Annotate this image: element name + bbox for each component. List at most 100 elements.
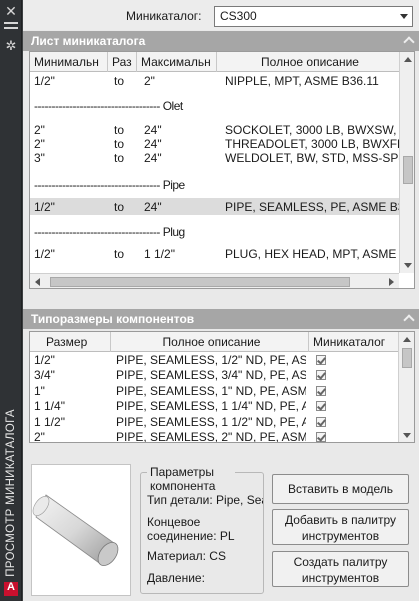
add-to-tool-palette-button[interactable]: Добавить в палитру инструментов: [272, 509, 409, 545]
col-size[interactable]: Размер: [30, 332, 111, 352]
cell-description: PIPE, SEAMLESS, 1/2" ND, PE, ASME: [116, 353, 306, 367]
cell-min: 1/2": [34, 247, 55, 261]
scroll-left-icon[interactable]: [35, 278, 40, 286]
table-row[interactable]: 1/2" to 2" NIPPLE, MPT, ASME B36.11: [30, 74, 399, 88]
col-min[interactable]: Минимальн: [30, 52, 108, 72]
cell-description: THREADOLET, 3000 LB, BWXFPT, A: [225, 137, 399, 151]
collapse-icon[interactable]: [403, 36, 415, 48]
table-row[interactable]: 2" PIPE, SEAMLESS, 2" ND, PE, ASME B: [30, 430, 398, 443]
col-range[interactable]: Раз: [108, 52, 137, 72]
cell-size: 3/4": [34, 368, 55, 382]
cell-range: to: [114, 200, 125, 214]
table-row[interactable]: 1 1/2" PIPE, SEAMLESS, 1 1/2" ND, PE, AS…: [30, 415, 398, 429]
cell-max: 1 1/2": [144, 247, 175, 261]
scroll-up-icon[interactable]: [403, 337, 411, 342]
catalog-select-value: CS300: [220, 9, 257, 23]
palette-side-bar: ✕ ✲ ПРОСМОТР МИНИКАТАЛОГА: [0, 0, 22, 601]
cell-description: PLUG, HEX HEAD, MPT, ASME B16: [225, 247, 399, 261]
close-icon[interactable]: ✕: [3, 3, 19, 19]
table-row[interactable]: 1" PIPE, SEAMLESS, 1" ND, PE, ASME B: [30, 384, 398, 398]
menu-icon[interactable]: [4, 22, 18, 34]
cell-size: 1/2": [34, 353, 55, 367]
param-part-type: Тип детали: Pipe, Sea: [147, 493, 263, 507]
col-max[interactable]: Максимальн: [137, 52, 217, 72]
col-description[interactable]: Полное описание: [217, 52, 399, 72]
list-vertical-scrollbar[interactable]: [399, 52, 414, 273]
col-description[interactable]: Полное описание: [111, 332, 309, 352]
cell-size: 1 1/2": [34, 415, 65, 429]
cell-description: PIPE, SEAMLESS, 1" ND, PE, ASME B: [116, 384, 306, 398]
catalog-selector-row: Миникаталог: CS300: [23, 0, 419, 30]
scroll-thumb[interactable]: [402, 348, 412, 368]
minicatalog-checkbox[interactable]: [316, 432, 326, 442]
scroll-up-icon[interactable]: [404, 57, 412, 62]
minicatalog-checkbox[interactable]: [316, 370, 326, 380]
table-row[interactable]: 3/4" PIPE, SEAMLESS, 3/4" ND, PE, ASME: [30, 368, 398, 382]
catalog-list-title: Лист миникаталога: [31, 34, 146, 48]
cell-range: to: [114, 137, 125, 151]
group-separator: ------------------------------------ Ole…: [34, 99, 183, 113]
cell-description: SOCKOLET, 3000 LB, BWXSW, ASME: [225, 123, 399, 137]
catalog-list-grid: Минимальн Раз Максимальн Полное описание…: [29, 51, 415, 289]
pipe-preview-image: [32, 494, 119, 566]
minicatalog-checkbox[interactable]: [316, 355, 326, 365]
cell-max: 2": [144, 74, 155, 88]
collapse-icon[interactable]: [403, 314, 415, 326]
params-title: Параметры компонента: [147, 465, 235, 493]
scroll-right-icon[interactable]: [389, 278, 394, 286]
cell-size: 2": [34, 430, 45, 443]
cell-min: 2": [34, 137, 45, 151]
cell-range: to: [114, 74, 125, 88]
table-row-selected[interactable]: 1/2" to 24" PIPE, SEAMLESS, PE, ASME B36…: [30, 198, 399, 215]
autocad-logo-icon: [4, 581, 18, 596]
catalog-label: Миникаталог:: [126, 9, 202, 23]
scroll-thumb[interactable]: [403, 156, 413, 184]
param-material: Материал: CS: [147, 549, 226, 563]
cell-max: 24": [144, 123, 162, 137]
create-tool-palette-button[interactable]: Создать палитру инструментов: [272, 551, 409, 587]
cell-description: NIPPLE, MPT, ASME B36.11: [225, 74, 379, 88]
table-row[interactable]: 2" to 24" SOCKOLET, 3000 LB, BWXSW, ASME: [30, 123, 399, 137]
cell-max: 24": [144, 151, 162, 165]
gear-icon[interactable]: ✲: [3, 38, 19, 54]
cell-description: PIPE, SEAMLESS, 1 1/2" ND, PE, ASM: [116, 415, 306, 429]
component-sizes-header[interactable]: Типоразмеры компонентов: [23, 309, 419, 329]
table-row[interactable]: 1/2" PIPE, SEAMLESS, 1/2" ND, PE, ASME: [30, 353, 398, 367]
palette-title: ПРОСМОТР МИНИКАТАЛОГА: [5, 409, 17, 577]
group-separator: ------------------------------------ Plu…: [34, 225, 185, 239]
cell-description: PIPE, SEAMLESS, PE, ASME B36.10: [225, 200, 399, 214]
component-sizes-grid: Размер Полное описание Миникаталог 1/2" …: [29, 331, 415, 443]
cell-range: to: [114, 123, 125, 137]
minicatalog-browser: Миникаталог: CS300 Лист миникаталога Мин…: [23, 0, 419, 601]
col-minicatalog[interactable]: Миникаталог: [309, 332, 398, 352]
catalog-select[interactable]: CS300: [214, 6, 413, 27]
minicatalog-checkbox[interactable]: [316, 417, 326, 427]
cell-max: 24": [144, 137, 162, 151]
table-row[interactable]: 3" to 24" WELDOLET, BW, STD, MSS-SP-97: [30, 151, 399, 165]
cell-max: 24": [144, 200, 162, 214]
table-row[interactable]: 1 1/4" PIPE, SEAMLESS, 1 1/4" ND, PE, AS…: [30, 399, 398, 413]
catalog-list-header[interactable]: Лист миникаталога: [23, 31, 419, 51]
sizes-vertical-scrollbar[interactable]: [398, 332, 414, 442]
table-row[interactable]: 2" to 24" THREADOLET, 3000 LB, BWXFPT, A: [30, 137, 399, 151]
cell-min: 1/2": [34, 74, 55, 88]
insert-to-model-button[interactable]: Вставить в модель: [272, 474, 409, 504]
minicatalog-checkbox[interactable]: [316, 386, 326, 396]
cell-min: 2": [34, 123, 45, 137]
table-row[interactable]: 1/2" to 1 1/2" PLUG, HEX HEAD, MPT, ASME…: [30, 247, 399, 261]
group-separator: ------------------------------------ Pip…: [34, 178, 185, 192]
param-end-connection: Концевое соединение: PL: [147, 515, 235, 543]
scroll-down-icon[interactable]: [403, 433, 411, 438]
catalog-list-header-row: Минимальн Раз Максимальн Полное описание: [30, 52, 399, 72]
cell-description: PIPE, SEAMLESS, 3/4" ND, PE, ASME: [116, 368, 306, 382]
scroll-down-icon[interactable]: [404, 263, 412, 268]
cell-min: 3": [34, 151, 45, 165]
cell-range: to: [114, 151, 125, 165]
cell-range: to: [114, 247, 125, 261]
chevron-down-icon[interactable]: [400, 14, 408, 19]
minicatalog-checkbox[interactable]: [316, 401, 326, 411]
list-horizontal-scrollbar[interactable]: [30, 273, 399, 288]
cell-description: WELDOLET, BW, STD, MSS-SP-97: [225, 151, 399, 165]
component-sizes-title: Типоразмеры компонентов: [31, 312, 195, 326]
scroll-thumb[interactable]: [50, 277, 350, 287]
